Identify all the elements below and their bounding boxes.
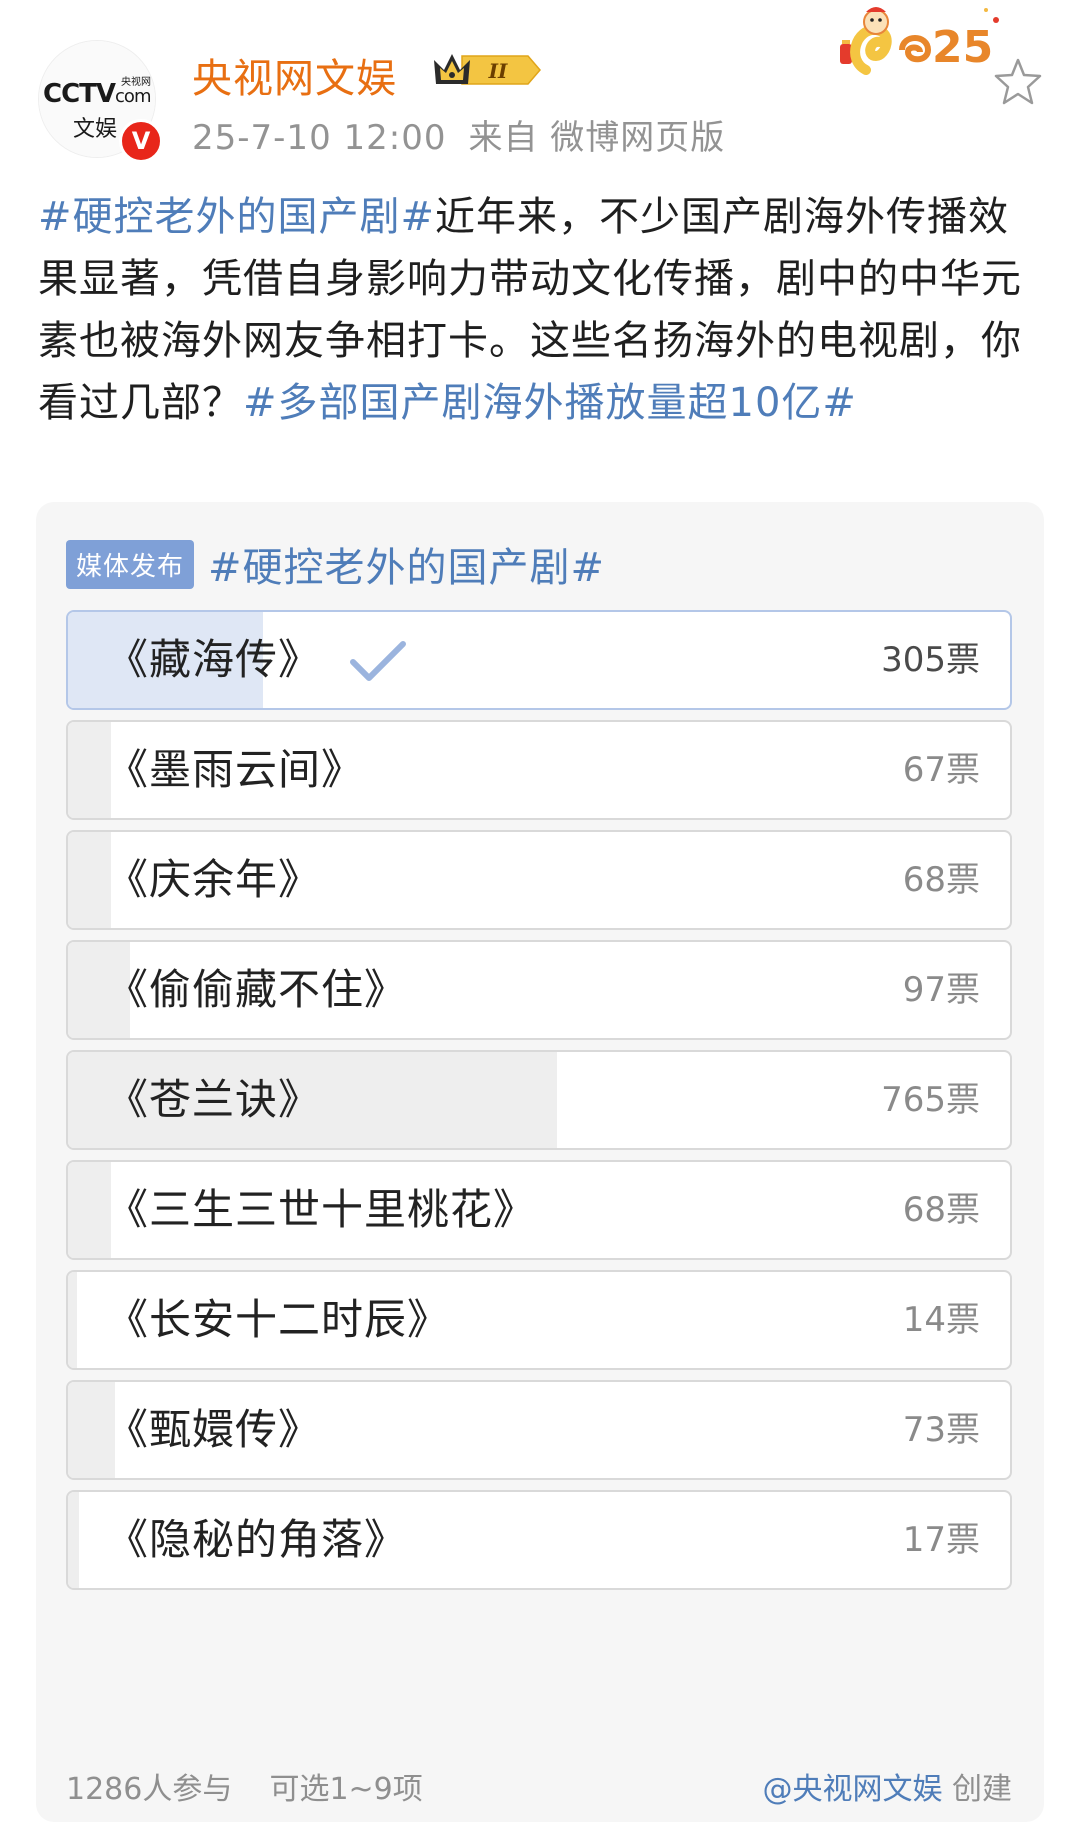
poll-option-bar — [68, 832, 112, 928]
crown-icon[interactable]: II — [432, 48, 544, 92]
avatar-brand-small: 央视网 — [121, 77, 151, 88]
poll-option-votes: 73票 — [902, 1410, 980, 1450]
post-header: CCTVcom 央视网 文娱 V 央视网文娱 II 25-7-10 12:00 来… — [0, 0, 1080, 170]
avatar-brand-suffix: com — [115, 86, 151, 107]
poll-participants: 1286人参与 — [66, 1772, 233, 1807]
poll-choice-rule: 可选1~9项 — [269, 1772, 423, 1807]
snake-sticker-icon: 25 — [840, 7, 999, 75]
poll-creator[interactable]: @央视网文娱 — [762, 1772, 942, 1807]
poll-option-label: 《隐秘的角落》 — [106, 1515, 408, 1564]
poll-option-votes: 68票 — [902, 860, 980, 900]
poll-header: 媒体发布 #硬控老外的国产剧# — [66, 535, 605, 593]
poll-option[interactable]: 《偷偷藏不住》 97票 — [66, 940, 1012, 1040]
poll-option-votes: 17票 — [902, 1520, 980, 1560]
post-source[interactable]: 来自 微博网页版 — [469, 118, 726, 158]
poll-option-label: 《甄嬛传》 — [106, 1405, 322, 1454]
poll-option-label: 《偷偷藏不住》 — [106, 965, 408, 1014]
poll-option-bar — [68, 1162, 112, 1258]
media-tag: 媒体发布 — [66, 539, 195, 589]
poll-option-votes: 305票 — [881, 640, 980, 680]
hashtag-link[interactable]: #多部国产剧海外播放量超10亿# — [243, 380, 857, 426]
level-badge-text: II — [488, 59, 508, 83]
hashtag-link[interactable]: #硬控老外的国产剧# — [38, 194, 435, 240]
poll-option-label: 《藏海传》 — [106, 635, 322, 684]
username[interactable]: 央视网文娱 — [192, 46, 397, 104]
poll-option[interactable]: 《墨雨云间》 67票 — [66, 720, 1012, 820]
poll-option-bar — [68, 1272, 77, 1368]
avatar-brand-text: CCTV — [43, 79, 116, 109]
poll-option[interactable]: 《庆余年》 68票 — [66, 830, 1012, 930]
poll-creator-info: @央视网文娱 创建 — [762, 1764, 1012, 1808]
verified-icon: V — [119, 119, 163, 163]
poll-option[interactable]: 《三生三世十里桃花》 68票 — [66, 1160, 1012, 1260]
poll-option-bar — [68, 722, 111, 818]
post-text: #硬控老外的国产剧#近年来，不少国产剧海外传播效果显著，凭借自身影响力带动文化传… — [38, 186, 1048, 434]
star-icon[interactable] — [992, 56, 1044, 108]
sticker-number: 25 — [932, 22, 993, 73]
poll-option-votes: 97票 — [902, 970, 980, 1010]
poll-created-label: 创建 — [952, 1772, 1012, 1807]
poll-option[interactable]: 《甄嬛传》 73票 — [66, 1380, 1012, 1480]
post-timestamp: 25-7-10 12:00 — [192, 118, 447, 158]
poll-option-bar — [68, 1492, 79, 1588]
poll-option[interactable]: 《长安十二时辰》 14票 — [66, 1270, 1012, 1370]
poll-option-label: 《长安十二时辰》 — [106, 1295, 451, 1344]
poll-card: 媒体发布 #硬控老外的国产剧# 《藏海传》 305票《墨雨云间》 67票《庆余年》 6… — [36, 502, 1044, 1822]
poll-option-label: 《苍兰诀》 — [106, 1075, 322, 1124]
poll-option-votes: 765票 — [881, 1080, 980, 1120]
poll-option-votes: 67票 — [902, 750, 980, 790]
poll-option[interactable]: 《隐秘的角落》 17票 — [66, 1490, 1012, 1590]
poll-option-votes: 68票 — [902, 1190, 980, 1230]
avatar[interactable]: CCTVcom 央视网 文娱 V — [38, 40, 163, 163]
poll-footer: 1286人参与 可选1~9项 @央视网文娱 创建 — [66, 1764, 1012, 1814]
poll-option[interactable]: 《藏海传》 305票 — [66, 610, 1012, 710]
poll-option[interactable]: 《苍兰诀》 765票 — [66, 1050, 1012, 1150]
poll-option-label: 《墨雨云间》 — [106, 745, 365, 794]
poll-option-votes: 14票 — [902, 1300, 980, 1340]
avatar-brand-sub: 文娱 — [73, 117, 118, 142]
poll-option-label: 《三生三世十里桃花》 — [106, 1185, 537, 1234]
post-meta: 25-7-10 12:00 来自 微博网页版 — [192, 110, 725, 159]
check-icon — [350, 641, 406, 681]
poll-option-label: 《庆余年》 — [106, 855, 322, 904]
poll-topic[interactable]: #硬控老外的国产剧# — [208, 535, 605, 593]
